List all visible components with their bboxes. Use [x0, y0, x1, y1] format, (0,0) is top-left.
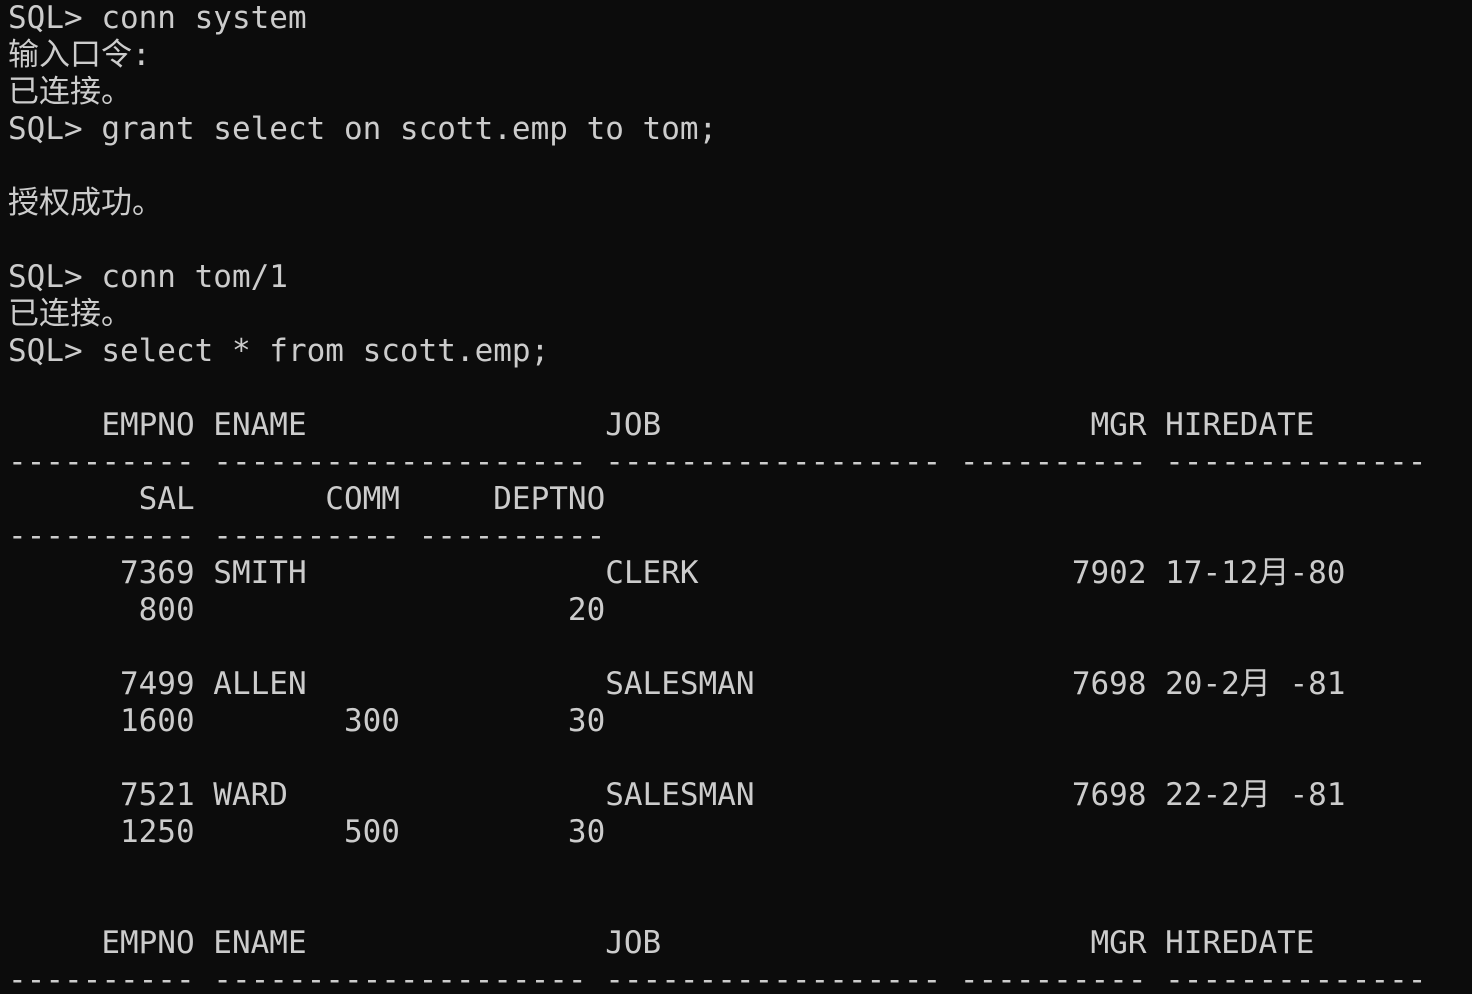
terminal-line: SQL> select * from scott.emp;	[8, 333, 550, 369]
result-header-row: EMPNO ENAME JOB MGR HIREDATE	[8, 407, 1315, 443]
terminal-line: 输入口令:	[8, 37, 151, 73]
terminal-line: SQL> conn system	[8, 0, 307, 36]
terminal-window[interactable]: SQL> conn system 输入口令: 已连接。 SQL> grant s…	[0, 0, 1472, 994]
result-header-row: SAL COMM DEPTNO	[8, 481, 606, 517]
result-header-underline: ---------- -------------------- --------…	[8, 962, 1427, 994]
result-row: 7499 ALLEN SALESMAN 7698 20-2月 -81	[8, 666, 1346, 702]
terminal-line: 已连接。	[8, 296, 132, 332]
result-row: 1250 500 30	[8, 814, 606, 850]
terminal-line: SQL> conn tom/1	[8, 259, 288, 295]
result-row: 800 20	[8, 592, 606, 628]
terminal-line: 授权成功。	[8, 185, 163, 221]
terminal-line: SQL> grant select on scott.emp to tom;	[8, 111, 718, 147]
result-row: 7369 SMITH CLERK 7902 17-12月-80	[8, 555, 1346, 591]
terminal-line: 已连接。	[8, 74, 132, 110]
result-header-underline: ---------- ---------- ----------	[8, 518, 606, 554]
result-row: 1600 300 30	[8, 703, 606, 739]
result-header-underline: ---------- -------------------- --------…	[8, 444, 1427, 480]
result-header-row: EMPNO ENAME JOB MGR HIREDATE	[8, 925, 1315, 961]
result-row: 7521 WARD SALESMAN 7698 22-2月 -81	[8, 777, 1346, 813]
